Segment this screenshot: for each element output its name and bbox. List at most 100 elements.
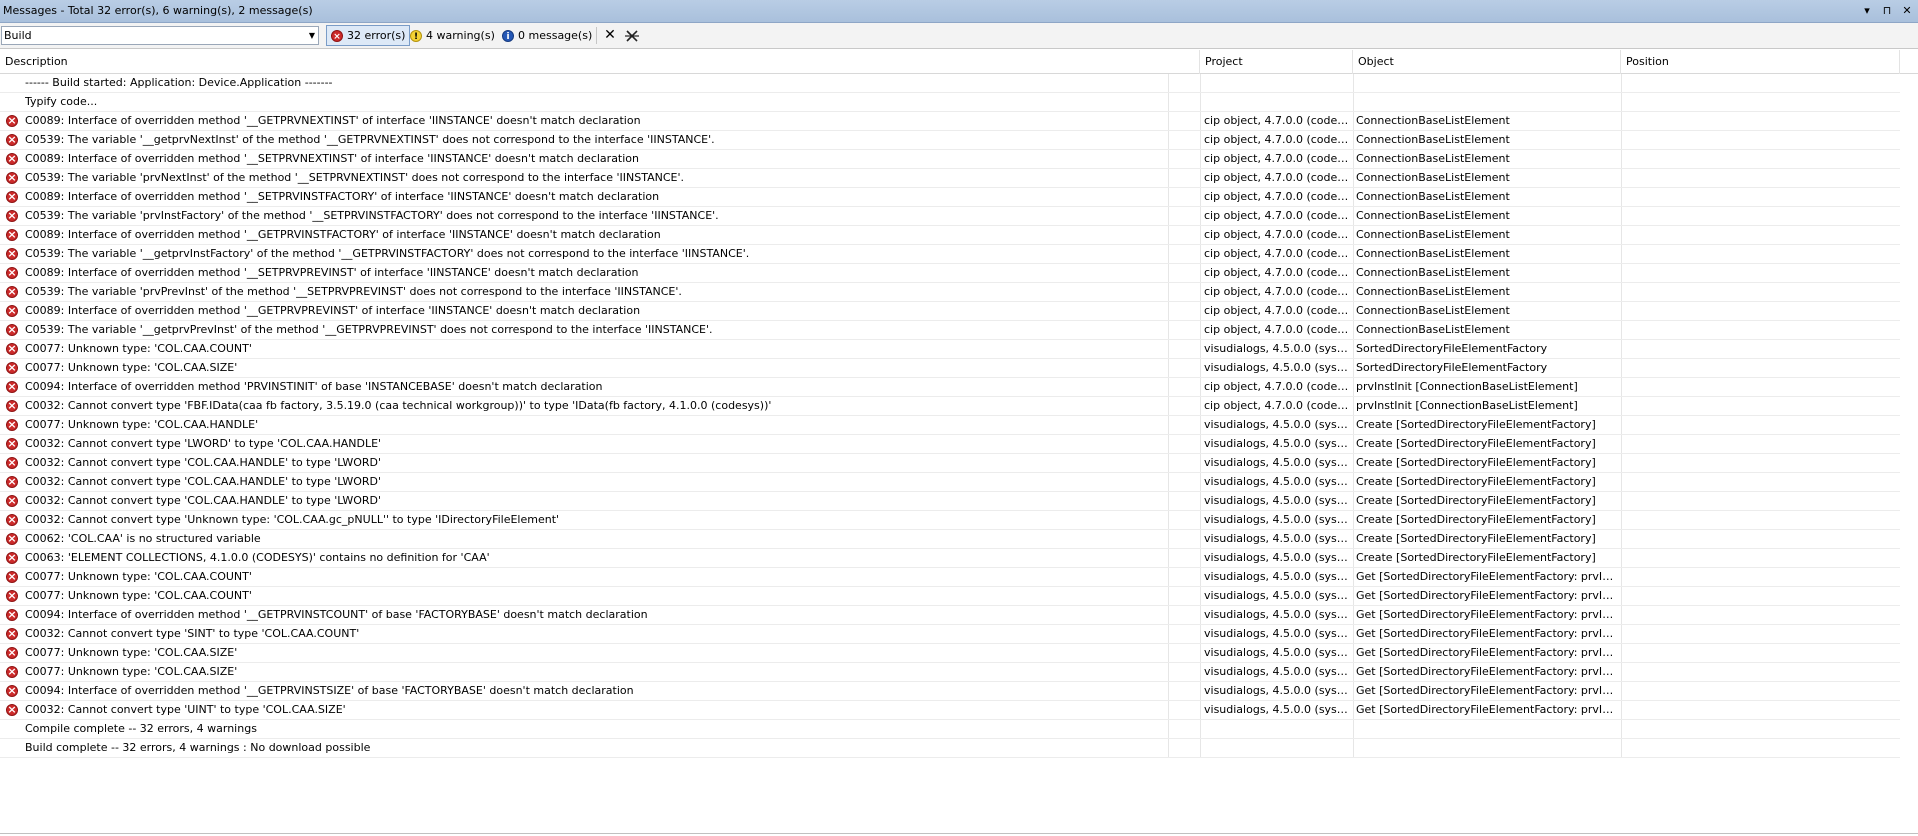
- message-position: [1624, 131, 1900, 149]
- message-row[interactable]: × C0032: Cannot convert type 'COL.CAA.HAN…: [0, 492, 1900, 511]
- message-position: [1624, 93, 1900, 111]
- message-project: cip object, 4.7.0.0 (codesys): [1204, 152, 1350, 165]
- message-project: [1204, 720, 1350, 738]
- message-row[interactable]: × C0539: The variable 'prvInstFactory' of…: [0, 207, 1900, 226]
- clear-messages-icon[interactable]: ✕: [601, 26, 619, 45]
- message-row[interactable]: × C0032: Cannot convert type 'Unknown typ…: [0, 511, 1900, 530]
- message-row[interactable]: × C0094: Interface of overridden method '…: [0, 682, 1900, 701]
- message-position: [1624, 549, 1900, 567]
- message-row[interactable]: × C0032: Cannot convert type 'COL.CAA.HAN…: [0, 454, 1900, 473]
- message-row[interactable]: Compile complete -- 32 errors, 4 warning…: [0, 720, 1900, 739]
- message-position: [1624, 340, 1900, 358]
- column-divider: [1353, 587, 1354, 605]
- message-row[interactable]: × C0089: Interface of overridden method '…: [0, 112, 1900, 131]
- message-row[interactable]: × C0089: Interface of overridden method '…: [0, 302, 1900, 321]
- column-divider: [1353, 226, 1354, 244]
- messages-filter-button[interactable]: i 0 message(s): [498, 25, 596, 46]
- message-row[interactable]: Typify code...: [0, 93, 1900, 112]
- column-divider: [1200, 416, 1201, 434]
- message-row[interactable]: × C0077: Unknown type: 'COL.CAA.COUNT' vis…: [0, 568, 1900, 587]
- message-row[interactable]: × C0032: Cannot convert type 'LWORD' to t…: [0, 435, 1900, 454]
- column-divider: [1200, 682, 1201, 700]
- column-divider: [1168, 511, 1169, 529]
- message-object: Get [SortedDirectoryFileElementFactory: …: [1356, 570, 1618, 583]
- column-divider: [1168, 473, 1169, 491]
- error-icon: ×: [6, 704, 18, 716]
- chevron-down-icon[interactable]: ▼: [309, 31, 315, 40]
- column-divider: [1621, 169, 1622, 187]
- message-row[interactable]: × C0077: Unknown type: 'COL.CAA.HANDLE' vi…: [0, 416, 1900, 435]
- message-row[interactable]: × C0032: Cannot convert type 'FBF.IData(c…: [0, 397, 1900, 416]
- message-row[interactable]: × C0077: Unknown type: 'COL.CAA.COUNT' vis…: [0, 340, 1900, 359]
- column-divider: [1621, 511, 1622, 529]
- message-row[interactable]: × C0089: Interface of overridden method '…: [0, 150, 1900, 169]
- errors-filter-button[interactable]: × 32 error(s): [326, 25, 411, 46]
- message-project: [1204, 93, 1350, 111]
- message-row[interactable]: × C0032: Cannot convert type 'UINT' to ty…: [0, 701, 1900, 720]
- column-header-description[interactable]: Description: [0, 50, 1200, 74]
- message-row[interactable]: × C0539: The variable '__getprvPrevInst' …: [0, 321, 1900, 340]
- message-row[interactable]: × C0077: Unknown type: 'COL.CAA.COUNT' vis…: [0, 587, 1900, 606]
- message-row[interactable]: × C0539: The variable '__getprvNextInst' …: [0, 131, 1900, 150]
- message-source-value: Build: [4, 29, 32, 42]
- column-divider: [1200, 568, 1201, 586]
- column-divider: [1200, 606, 1201, 624]
- message-position: [1624, 283, 1900, 301]
- message-row[interactable]: × C0094: Interface of overridden method '…: [0, 378, 1900, 397]
- message-position: [1624, 321, 1900, 339]
- message-row[interactable]: × C0062: 'COL.CAA' is no structured varia…: [0, 530, 1900, 549]
- column-divider: [1621, 207, 1622, 225]
- close-icon[interactable]: ✕: [1900, 4, 1914, 18]
- message-source-dropdown[interactable]: Build ▼: [1, 26, 319, 45]
- column-divider: [1353, 416, 1354, 434]
- message-project: cip object, 4.7.0.0 (codesys): [1204, 285, 1350, 298]
- message-project: visudialogs, 4.5.0.0 (system): [1204, 437, 1350, 450]
- message-row[interactable]: × C0539: The variable 'prvNextInst' of th…: [0, 169, 1900, 188]
- message-row[interactable]: × C0077: Unknown type: 'COL.CAA.SIZE' visu…: [0, 663, 1900, 682]
- column-divider: [1168, 150, 1169, 168]
- error-icon: ×: [6, 343, 18, 355]
- message-position: [1624, 226, 1900, 244]
- column-divider: [1200, 435, 1201, 453]
- message-row[interactable]: ------ Build started: Application: Devic…: [0, 74, 1900, 93]
- column-header-project[interactable]: Project: [1200, 50, 1353, 74]
- clear-all-messages-icon[interactable]: [623, 26, 641, 45]
- message-row[interactable]: × C0539: The variable 'prvPrevInst' of th…: [0, 283, 1900, 302]
- message-position: [1624, 435, 1900, 453]
- column-divider: [1353, 302, 1354, 320]
- message-project: visudialogs, 4.5.0.0 (system): [1204, 513, 1350, 526]
- window-menu-icon[interactable]: ▾: [1860, 4, 1874, 18]
- message-row[interactable]: × C0077: Unknown type: 'COL.CAA.SIZE' visu…: [0, 359, 1900, 378]
- message-description: C0539: The variable 'prvPrevInst' of the…: [25, 285, 682, 298]
- message-row[interactable]: × C0089: Interface of overridden method '…: [0, 188, 1900, 207]
- column-divider: [1200, 321, 1201, 339]
- message-project: visudialogs, 4.5.0.0 (system): [1204, 665, 1350, 678]
- column-divider: [1353, 188, 1354, 206]
- message-row[interactable]: × C0539: The variable '__getprvInstFactor…: [0, 245, 1900, 264]
- message-object: Get [SortedDirectoryFileElementFactory: …: [1356, 627, 1618, 640]
- message-row[interactable]: Build complete -- 32 errors, 4 warnings …: [0, 739, 1900, 758]
- column-divider: [1168, 321, 1169, 339]
- column-header-object[interactable]: Object: [1353, 50, 1621, 74]
- message-row[interactable]: × C0089: Interface of overridden method '…: [0, 226, 1900, 245]
- column-divider: [1200, 245, 1201, 263]
- message-project: cip object, 4.7.0.0 (codesys): [1204, 380, 1350, 393]
- message-row[interactable]: × C0032: Cannot convert type 'SINT' to ty…: [0, 625, 1900, 644]
- message-position: [1624, 397, 1900, 415]
- warnings-filter-button[interactable]: ! 4 warning(s): [406, 25, 499, 46]
- message-description: C0089: Interface of overridden method '_…: [25, 190, 660, 203]
- column-divider: [1168, 226, 1169, 244]
- message-row[interactable]: × C0063: 'ELEMENT COLLECTIONS, 4.1.0.0 (C…: [0, 549, 1900, 568]
- column-divider: [1200, 587, 1201, 605]
- column-header-position[interactable]: Position: [1621, 50, 1900, 74]
- column-divider: [1621, 625, 1622, 643]
- pin-icon[interactable]: ⊓: [1880, 4, 1894, 18]
- message-row[interactable]: × C0089: Interface of overridden method '…: [0, 264, 1900, 283]
- message-row[interactable]: × C0094: Interface of overridden method '…: [0, 606, 1900, 625]
- error-icon: ×: [6, 419, 18, 431]
- message-object: Create [SortedDirectoryFileElementFactor…: [1356, 551, 1596, 564]
- message-description: C0089: Interface of overridden method '_…: [25, 152, 640, 165]
- message-row[interactable]: × C0077: Unknown type: 'COL.CAA.SIZE' visu…: [0, 644, 1900, 663]
- messages-toolbar: Build ▼ × 32 error(s) ! 4 warning(s) i 0…: [0, 23, 1918, 49]
- message-row[interactable]: × C0032: Cannot convert type 'COL.CAA.HAN…: [0, 473, 1900, 492]
